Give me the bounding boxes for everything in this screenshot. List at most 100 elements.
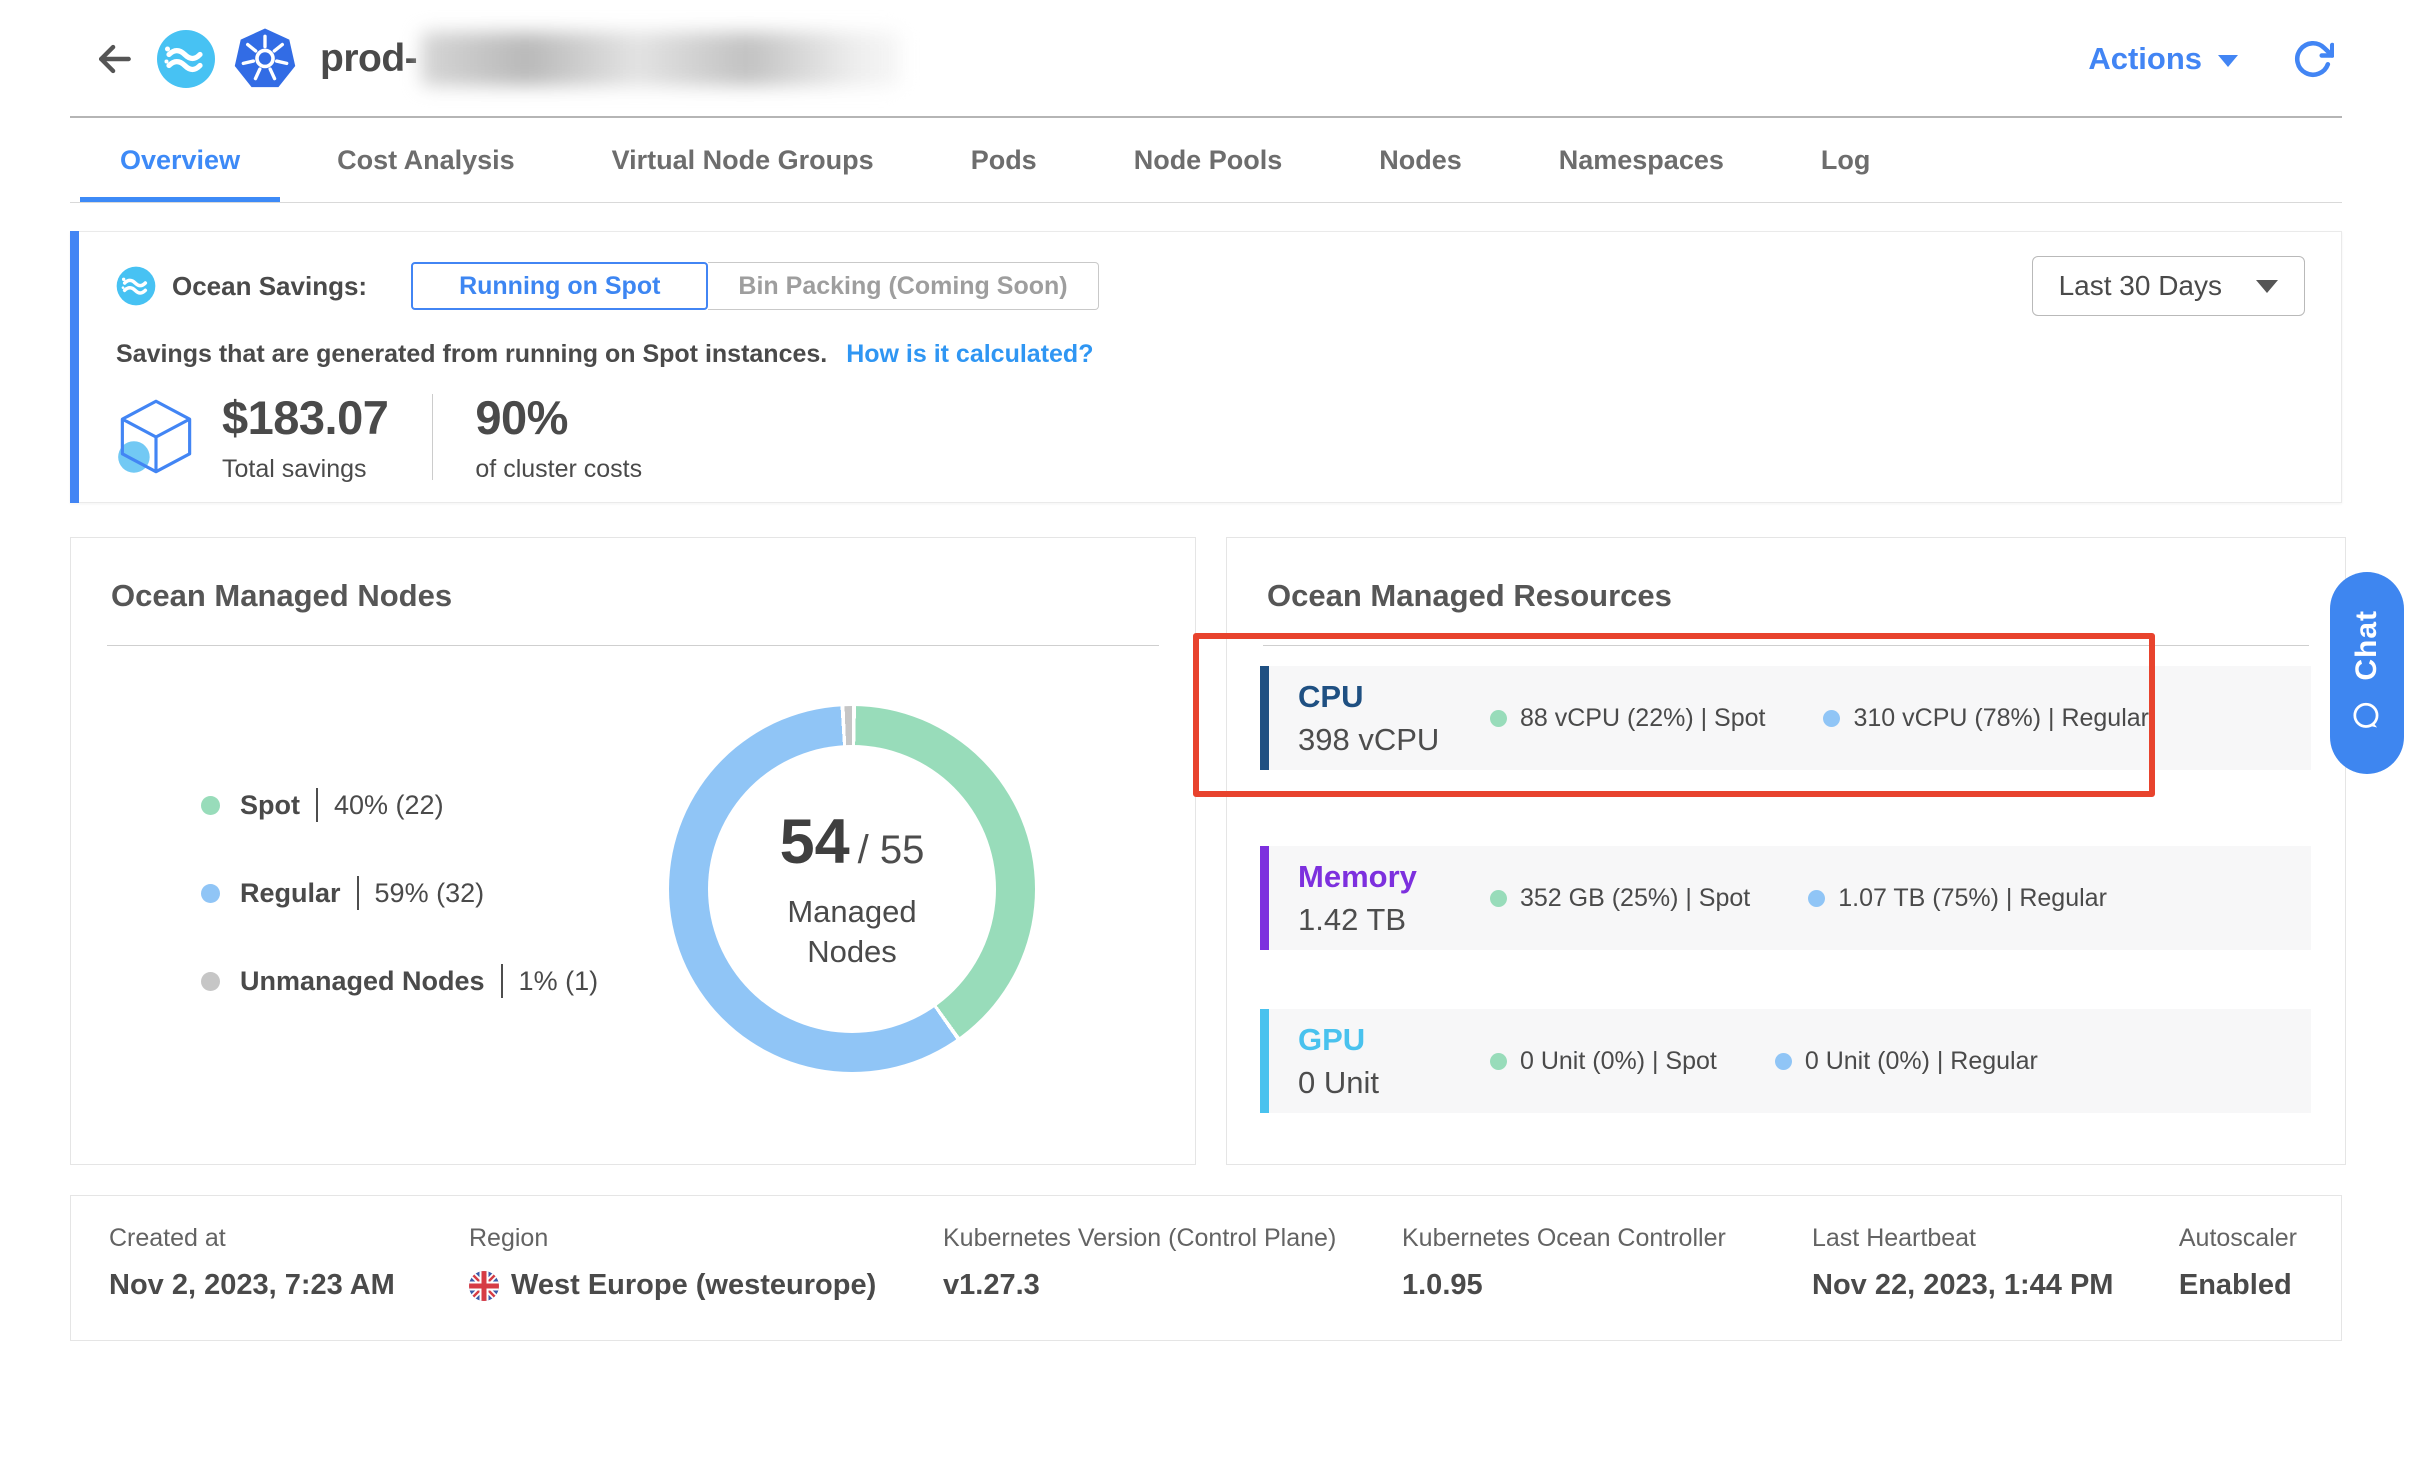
- legend-label: Spot: [240, 790, 300, 821]
- savings-label-text: Ocean Savings:: [172, 271, 367, 302]
- spot-dot-icon: [1490, 710, 1507, 727]
- info-value: v1.27.3: [943, 1269, 1336, 1302]
- donut-total: / 55: [858, 828, 925, 873]
- total-savings-block: $183.07 Total savings: [222, 390, 388, 484]
- managed-nodes-donut-center: 54 / 55 Managed Nodes: [708, 745, 996, 1033]
- legend-value: 40% (22): [334, 790, 444, 821]
- savings-figures: $183.07 Total savings 90% of cluster cos…: [116, 390, 642, 484]
- cpu-name: CPU: [1298, 679, 1490, 715]
- memory-info: Memory 1.42 TB: [1298, 859, 1490, 938]
- cpu-regular-text: 310 vCPU (78%) | Regular: [1853, 704, 2149, 733]
- cpu-total: 398 vCPU: [1298, 722, 1490, 758]
- memory-spot-detail: 352 GB (25%) | Spot: [1490, 884, 1750, 913]
- managed-nodes-title: Ocean Managed Nodes: [111, 578, 452, 614]
- legend-label: Unmanaged Nodes: [240, 966, 485, 997]
- resource-row-gpu: GPU 0 Unit 0 Unit (0%) | Spot 0 Unit (0%…: [1260, 1009, 2311, 1113]
- managed-nodes-divider: [107, 645, 1159, 646]
- tab-namespaces[interactable]: Namespaces: [1559, 145, 1724, 176]
- info-region: Region West Europe (westeurope): [469, 1224, 876, 1302]
- gpu-name: GPU: [1298, 1022, 1490, 1058]
- kubernetes-logo-icon: [234, 28, 296, 90]
- info-value: Nov 22, 2023, 1:44 PM: [1812, 1269, 2113, 1302]
- tab-bar: Overview Cost Analysis Virtual Node Grou…: [0, 118, 2412, 202]
- managed-nodes-legend: Spot 40% (22) Regular 59% (32) Unmanaged…: [201, 788, 598, 998]
- gpu-details: 0 Unit (0%) | Spot 0 Unit (0%) | Regular: [1490, 1047, 2038, 1076]
- memory-details: 352 GB (25%) | Spot 1.07 TB (75%) | Regu…: [1490, 884, 2107, 913]
- managed-resources-divider: [1263, 645, 2309, 646]
- cpu-details: 88 vCPU (22%) | Spot 310 vCPU (78%) | Re…: [1490, 704, 2149, 733]
- uk-flag-icon: [469, 1271, 499, 1301]
- managed-resources-panel: Ocean Managed Resources CPU 398 vCPU 88 …: [1226, 537, 2346, 1165]
- header: prod- Actions: [0, 0, 2412, 118]
- toggle-running-on-spot[interactable]: Running on Spot: [411, 262, 708, 310]
- unmanaged-dot-icon: [201, 972, 220, 991]
- gpu-regular-detail: 0 Unit (0%) | Regular: [1775, 1047, 2038, 1076]
- memory-regular-detail: 1.07 TB (75%) | Regular: [1808, 884, 2107, 913]
- spot-dot-icon: [201, 796, 220, 815]
- regular-dot-icon: [1775, 1053, 1792, 1070]
- cluster-info-bar: Created at Nov 2, 2023, 7:23 AM Region: [70, 1195, 2342, 1341]
- ocean-savings-icon: [116, 266, 156, 306]
- cluster-title: prod-: [320, 37, 417, 81]
- tab-nodes[interactable]: Nodes: [1379, 145, 1462, 176]
- savings-accent-bar: [70, 231, 79, 503]
- ocean-cluster-dashboard: prod- Actions Overview Cost Analysis Vir…: [0, 0, 2412, 1478]
- managed-nodes-panel: Ocean Managed Nodes Spot 40% (22) Regula…: [70, 537, 1196, 1165]
- memory-regular-text: 1.07 TB (75%) | Regular: [1838, 884, 2107, 913]
- tab-pods[interactable]: Pods: [971, 145, 1037, 176]
- tab-virtual-node-groups[interactable]: Virtual Node Groups: [612, 145, 874, 176]
- info-label: Created at: [109, 1224, 395, 1253]
- regular-dot-icon: [1808, 890, 1825, 907]
- tab-cost-analysis[interactable]: Cost Analysis: [337, 145, 515, 176]
- legend-value: 1% (1): [519, 966, 599, 997]
- managed-nodes-donut-ring: 54 / 55 Managed Nodes: [669, 706, 1035, 1072]
- legend-item-regular: Regular 59% (32): [201, 876, 598, 910]
- tab-overview[interactable]: Overview: [120, 145, 240, 176]
- back-button[interactable]: [88, 33, 140, 85]
- tab-node-pools[interactable]: Node Pools: [1134, 145, 1283, 176]
- legend-label: Regular: [240, 878, 341, 909]
- how-calculated-link[interactable]: How is it calculated?: [846, 340, 1093, 368]
- memory-total: 1.42 TB: [1298, 902, 1490, 938]
- ocean-savings-panel: Ocean Savings: Running on Spot Bin Packi…: [70, 231, 2342, 503]
- percent-block: 90% of cluster costs: [475, 390, 642, 484]
- memory-accent-bar: [1260, 846, 1269, 950]
- tabbar-divider: [70, 202, 2342, 203]
- savings-header-row: Ocean Savings: Running on Spot Bin Packi…: [116, 256, 2305, 316]
- percent-caption: of cluster costs: [475, 455, 642, 484]
- actions-caret-icon: [2218, 55, 2238, 67]
- gpu-regular-text: 0 Unit (0%) | Regular: [1805, 1047, 2038, 1076]
- legend-separator: [501, 964, 503, 998]
- donut-value: 54: [780, 806, 850, 878]
- dropdown-caret-icon: [2256, 280, 2278, 293]
- actions-button[interactable]: Actions: [2088, 41, 2238, 77]
- chat-button[interactable]: Chat: [2330, 572, 2404, 774]
- gpu-total: 0 Unit: [1298, 1065, 1490, 1101]
- managed-resources-title: Ocean Managed Resources: [1267, 578, 1672, 614]
- period-dropdown[interactable]: Last 30 Days: [2032, 256, 2305, 316]
- info-value: 1.0.95: [1402, 1269, 1726, 1302]
- info-ocean-controller: Kubernetes Ocean Controller 1.0.95: [1402, 1224, 1726, 1302]
- spot-dot-icon: [1490, 1053, 1507, 1070]
- info-value: Nov 2, 2023, 7:23 AM: [109, 1269, 395, 1302]
- total-savings-caption: Total savings: [222, 455, 388, 484]
- chat-label: Chat: [2350, 610, 2384, 681]
- donut-caption: Managed Nodes: [752, 892, 952, 973]
- regular-dot-icon: [201, 884, 220, 903]
- spot-dot-icon: [1490, 890, 1507, 907]
- toggle-bin-packing[interactable]: Bin Packing (Coming Soon): [708, 262, 1098, 310]
- info-created-at: Created at Nov 2, 2023, 7:23 AM: [109, 1224, 395, 1302]
- cluster-name-redacted: [421, 32, 901, 86]
- tab-log[interactable]: Log: [1821, 145, 1870, 176]
- info-value: Enabled: [2179, 1269, 2297, 1302]
- info-value: West Europe (westeurope): [469, 1269, 876, 1302]
- period-dropdown-value: Last 30 Days: [2059, 270, 2222, 302]
- legend-item-spot: Spot 40% (22): [201, 788, 598, 822]
- savings-section-label: Ocean Savings:: [116, 266, 367, 306]
- actions-label: Actions: [2088, 41, 2202, 77]
- back-arrow-icon: [92, 37, 136, 81]
- legend-item-unmanaged: Unmanaged Nodes 1% (1): [201, 964, 598, 998]
- resource-row-memory: Memory 1.42 TB 352 GB (25%) | Spot 1.07 …: [1260, 846, 2311, 950]
- refresh-button[interactable]: [2290, 36, 2336, 82]
- region-value: West Europe (westeurope): [511, 1269, 876, 1302]
